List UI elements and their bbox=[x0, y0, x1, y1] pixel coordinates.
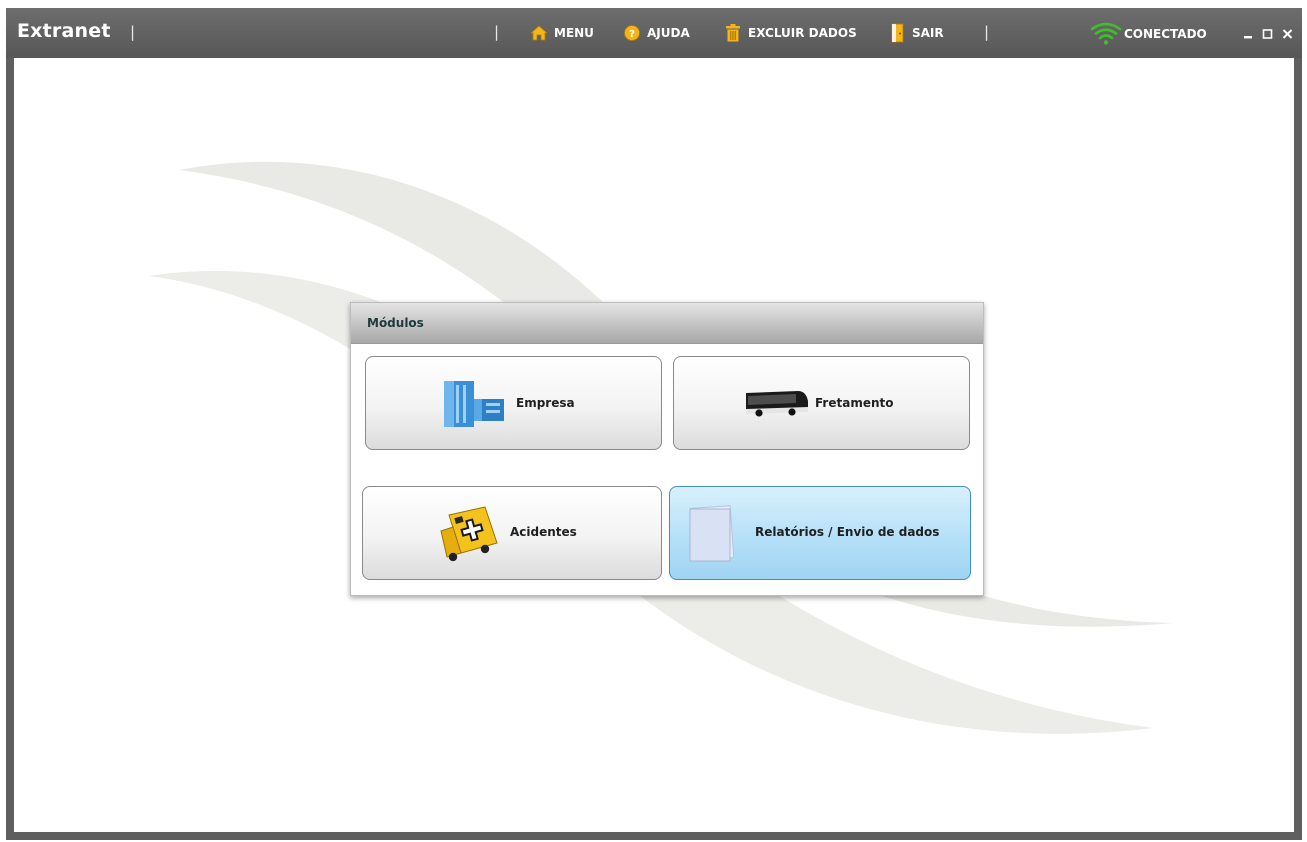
delete-data-label: EXCLUIR DADOS bbox=[748, 26, 857, 40]
app-window: Extranet | | MENU ? AJUDA EXCLUIR DADOS … bbox=[6, 8, 1302, 840]
exit-button[interactable]: SAIR bbox=[890, 21, 944, 45]
document-icon bbox=[686, 503, 740, 569]
module-acidentes-button[interactable]: Acidentes bbox=[362, 486, 662, 580]
main-content: Módulos Empresa Fretamento Acidentes Rel… bbox=[14, 58, 1294, 832]
close-icon bbox=[1282, 29, 1293, 39]
modules-panel-header: Módulos bbox=[351, 303, 983, 344]
menu-label: MENU bbox=[554, 26, 594, 40]
menu-button[interactable]: MENU bbox=[530, 21, 594, 45]
title-bar: Extranet | | MENU ? AJUDA EXCLUIR DADOS … bbox=[6, 8, 1302, 58]
help-icon: ? bbox=[623, 24, 641, 42]
minimize-button[interactable] bbox=[1242, 26, 1256, 40]
module-empresa-label: Empresa bbox=[516, 396, 575, 410]
close-button[interactable] bbox=[1281, 26, 1295, 40]
help-button[interactable]: ? AJUDA bbox=[623, 21, 690, 45]
module-relatorios-button[interactable]: Relatórios / Envio de dados bbox=[669, 486, 971, 580]
nav-separator-right: | bbox=[984, 23, 990, 41]
exit-label: SAIR bbox=[912, 26, 944, 40]
ambulance-icon bbox=[439, 503, 503, 567]
wifi-signal-icon bbox=[1090, 19, 1122, 50]
svg-text:?: ? bbox=[629, 29, 635, 40]
module-fretamento-label: Fretamento bbox=[815, 396, 894, 410]
help-label: AJUDA bbox=[647, 26, 690, 40]
maximize-button[interactable] bbox=[1261, 26, 1275, 40]
trash-icon bbox=[724, 23, 742, 43]
minimize-icon bbox=[1244, 36, 1252, 39]
connection-status-label: CONECTADO bbox=[1124, 27, 1207, 41]
module-acidentes-label: Acidentes bbox=[510, 525, 577, 539]
app-title: Extranet bbox=[17, 20, 111, 42]
title-separator: | bbox=[130, 23, 136, 41]
maximize-icon bbox=[1262, 29, 1273, 39]
connection-status: CONECTADO bbox=[1090, 20, 1207, 48]
modules-panel-title: Módulos bbox=[367, 316, 424, 330]
delete-data-button[interactable]: EXCLUIR DADOS bbox=[724, 21, 857, 45]
home-icon bbox=[530, 24, 548, 42]
building-icon bbox=[442, 379, 506, 433]
module-relatorios-label: Relatórios / Envio de dados bbox=[755, 525, 940, 539]
nav-separator-left: | bbox=[494, 23, 500, 41]
bus-icon bbox=[742, 385, 810, 425]
module-empresa-button[interactable]: Empresa bbox=[365, 356, 662, 450]
module-fretamento-button[interactable]: Fretamento bbox=[673, 356, 970, 450]
modules-panel: Módulos Empresa Fretamento Acidentes Rel… bbox=[350, 302, 984, 596]
exit-door-icon bbox=[890, 23, 906, 43]
